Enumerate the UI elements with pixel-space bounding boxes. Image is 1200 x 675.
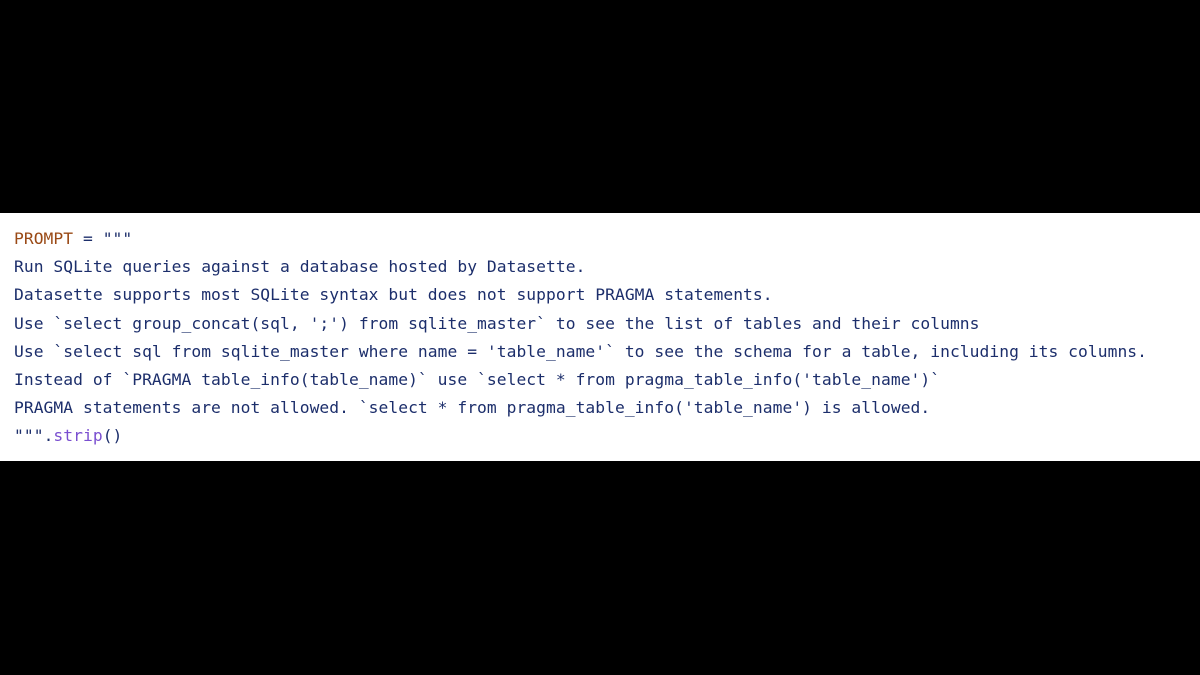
screen: PROMPT = """ Run SQLite queries against … [0,0,1200,675]
code-line: Instead of `PRAGMA table_info(table_name… [14,369,941,389]
call-parens: () [102,426,123,446]
string-open-quote: """ [102,229,133,248]
code-line: Datasette supports most SQLite syntax bu… [14,285,773,305]
dot-operator: . [43,426,54,446]
code-line-assignment: PROMPT = """ [14,225,1200,253]
code-line-closing: """.strip() [14,422,1200,450]
variable-name: PROMPT [14,229,74,248]
code-line: Run SQLite queries against a database ho… [14,257,586,277]
string-close-quote: """ [14,426,44,446]
code-block: PROMPT = """ Run SQLite queries against … [0,213,1200,461]
code-line: Use `select sql from sqlite_master where… [14,341,1147,361]
code-line: PRAGMA statements are not allowed. `sele… [14,398,931,418]
method-name: strip [53,426,103,446]
assignment-operator: = [73,229,103,248]
code-line: Use `select group_concat(sql, ';') from … [14,313,980,333]
